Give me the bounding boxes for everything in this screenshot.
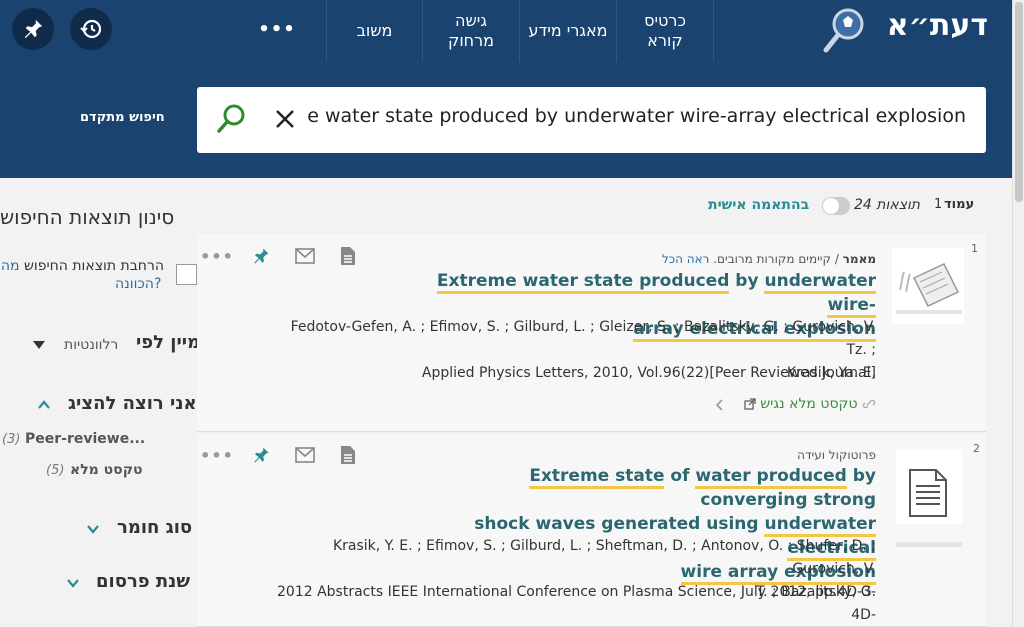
email-icon bbox=[295, 447, 315, 463]
nav-item-remote-access[interactable]: גישה מרחוק bbox=[423, 0, 519, 62]
filter-title: סינון תוצאות החיפוש bbox=[0, 205, 200, 229]
document-icon bbox=[341, 446, 355, 464]
section-material-type[interactable]: סוג חומר bbox=[117, 517, 192, 538]
clear-search-icon[interactable] bbox=[273, 107, 297, 131]
top-bar: ••• משוב גישה מרחוק מאגרי מידע כרטיס קור… bbox=[0, 0, 1012, 62]
external-link-icon bbox=[744, 398, 756, 410]
chevron-left-icon[interactable] bbox=[715, 398, 725, 412]
sort-by-label: מיין לפי bbox=[136, 332, 201, 353]
chevron-up-icon[interactable] bbox=[37, 398, 51, 410]
personalized-label[interactable]: בהתאמה אישית bbox=[708, 197, 809, 213]
nav-item-label: כרטיס קורא bbox=[644, 11, 686, 50]
search-query-text: Extreme water state produced by underwat… bbox=[307, 105, 966, 127]
chevron-down-icon[interactable] bbox=[66, 578, 80, 588]
pin-icon bbox=[254, 248, 269, 264]
magnifier-logo-icon bbox=[823, 8, 864, 53]
nav-item-reader-card[interactable]: כרטיס קורא bbox=[617, 0, 713, 62]
facet-full-text[interactable]: טקסט מלא bbox=[70, 462, 143, 478]
result-type: מאמר / קיימים מקורות מרובים. ראה הכל bbox=[661, 252, 876, 266]
logo-text: דעת״א bbox=[886, 8, 988, 43]
expand-results-label: הרחבת תוצאות החיפוש מה bbox=[0, 256, 164, 277]
expand-help-link[interactable]: הכוונה? bbox=[115, 276, 161, 292]
result-title-line: Extreme state of water produced by conve… bbox=[529, 466, 876, 510]
chevron-down-icon[interactable] bbox=[86, 524, 100, 534]
result-title-line: Extreme water state produced by underwat… bbox=[436, 269, 876, 318]
source-line: 2012 Abstracts IEEE International Confer… bbox=[277, 584, 876, 623]
results-count: 24 תוצאות bbox=[854, 197, 920, 213]
pin-button[interactable] bbox=[12, 8, 54, 50]
expand-results-checkbox[interactable] bbox=[176, 264, 197, 285]
email-result-button[interactable] bbox=[293, 443, 317, 467]
title-highlight: water produced bbox=[695, 466, 847, 489]
pin-result-button[interactable] bbox=[249, 443, 273, 467]
result-source: 2012 Abstracts IEEE International Confer… bbox=[256, 581, 876, 627]
personalized-toggle[interactable] bbox=[822, 197, 850, 215]
document-thumbnail-icon bbox=[896, 450, 962, 547]
citation-result-button[interactable] bbox=[336, 244, 360, 268]
show-section-label[interactable]: אני רוצה להציג bbox=[68, 393, 197, 414]
see-all-link[interactable]: ראה הכל bbox=[662, 252, 709, 266]
more-actions-button[interactable]: ••• bbox=[200, 443, 233, 467]
search-input[interactable]: Extreme water state produced by underwat… bbox=[197, 87, 986, 153]
pin-icon bbox=[254, 447, 269, 463]
result-type-label: פרוטוקול ועידה bbox=[797, 448, 876, 462]
result-type: פרוטוקול ועידה bbox=[797, 448, 876, 462]
history-button[interactable] bbox=[70, 8, 112, 50]
multiple-sources-text: קיימים מקורות מרובים. bbox=[713, 252, 831, 266]
result-source: Applied Physics Letters, 2010, Vol.96(22… bbox=[421, 365, 876, 381]
pin-icon bbox=[24, 19, 43, 39]
search-band: חיפוש מתקדם Extreme water state produced… bbox=[0, 62, 1012, 178]
expand-results-text: הרחבת תוצאות החיפוש bbox=[24, 258, 164, 274]
full-text-available-link[interactable]: טקסט מלא נגיש bbox=[744, 396, 876, 412]
filter-title-text: סינון תוצאות החיפוש bbox=[0, 205, 175, 229]
expand-help-link-start[interactable]: מה bbox=[1, 258, 20, 274]
result-actions: ••• bbox=[197, 443, 367, 469]
facet-count: (5) bbox=[46, 463, 65, 478]
result-number: 1 bbox=[971, 242, 978, 255]
scrollbar-thumb[interactable] bbox=[1015, 2, 1023, 202]
nav-item-feedback[interactable]: משוב bbox=[327, 0, 422, 62]
link-icon bbox=[862, 399, 876, 409]
pin-result-button[interactable] bbox=[249, 244, 273, 268]
title-highlight: underwater wire- bbox=[764, 271, 876, 318]
result-number: 2 bbox=[973, 442, 980, 455]
nav-separator bbox=[713, 0, 714, 62]
citation-result-button[interactable] bbox=[336, 443, 360, 467]
article-thumbnail-icon bbox=[892, 248, 964, 324]
section-publication-year[interactable]: שנת פרסום bbox=[96, 571, 190, 592]
email-icon bbox=[295, 248, 315, 264]
nav-item-databases[interactable]: מאגרי מידע bbox=[520, 0, 616, 62]
logo[interactable]: דעת״א bbox=[822, 4, 1002, 56]
nav-item-label: גישה מרחוק bbox=[447, 11, 495, 50]
page-number: 1 bbox=[934, 197, 943, 212]
sort-by-select[interactable]: רלוונטיות bbox=[64, 337, 118, 353]
document-icon bbox=[341, 247, 355, 265]
page-label: עמוד bbox=[944, 197, 975, 212]
search-icon[interactable] bbox=[217, 103, 247, 135]
full-text-label: טקסט מלא נגיש bbox=[760, 396, 858, 412]
title-highlight: Extreme state bbox=[529, 466, 665, 489]
more-actions-button[interactable]: ••• bbox=[200, 244, 233, 268]
search-query-value: Extreme water state produced by underwat… bbox=[307, 105, 966, 127]
authors-line: Fedotov-Gefen, A. ; Efimov, S. ; Gilburd… bbox=[290, 319, 876, 358]
authors-line: Krasik, Y. E. ; Efimov, S. ; Gilburd, L.… bbox=[332, 538, 876, 577]
result-actions: ••• bbox=[197, 244, 367, 270]
advanced-search-link[interactable]: חיפוש מתקדם bbox=[80, 110, 165, 125]
result-type-label: מאמר bbox=[842, 252, 876, 266]
page-scrollbar[interactable] bbox=[1012, 0, 1024, 627]
facet-peer-reviewed[interactable]: Peer-reviewe... bbox=[25, 431, 145, 447]
title-highlight: Extreme water state produced bbox=[436, 271, 730, 294]
facet-count: (3) bbox=[2, 432, 21, 447]
email-result-button[interactable] bbox=[293, 244, 317, 268]
result-card[interactable]: 1 מאמר / קיימים מקורות מרובים. ראה הכל E… bbox=[197, 234, 986, 432]
result-card[interactable]: 2 פרוטוקול ועידה Extreme state of water … bbox=[197, 434, 986, 627]
more-menu-button[interactable]: ••• bbox=[258, 14, 295, 44]
chevron-down-icon[interactable] bbox=[33, 341, 45, 349]
history-icon bbox=[80, 19, 102, 39]
